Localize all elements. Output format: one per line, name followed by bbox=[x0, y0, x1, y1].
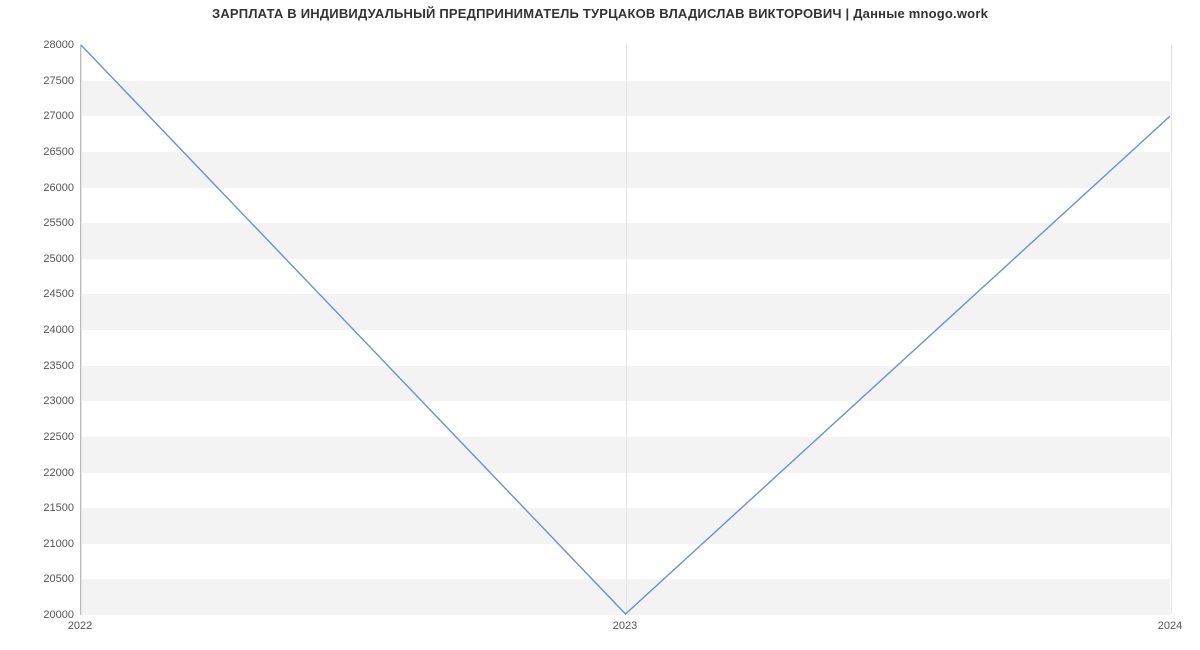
x-tick-label: 2023 bbox=[613, 620, 637, 632]
y-tick-label: 23000 bbox=[14, 395, 74, 407]
y-tick-label: 22500 bbox=[14, 431, 74, 443]
grid-line-vertical bbox=[1171, 45, 1172, 614]
y-tick-label: 26500 bbox=[14, 146, 74, 158]
series-line bbox=[81, 45, 1170, 614]
plot-area bbox=[80, 45, 1170, 615]
y-tick-label: 23500 bbox=[14, 360, 74, 372]
y-tick-label: 24500 bbox=[14, 288, 74, 300]
y-tick-label: 25500 bbox=[14, 217, 74, 229]
y-tick-label: 28000 bbox=[14, 39, 74, 51]
y-tick-label: 24000 bbox=[14, 324, 74, 336]
y-tick-label: 25000 bbox=[14, 253, 74, 265]
y-tick-label: 21500 bbox=[14, 502, 74, 514]
chart-svg bbox=[81, 45, 1170, 614]
y-tick-label: 27000 bbox=[14, 110, 74, 122]
y-tick-label: 20000 bbox=[14, 609, 74, 621]
y-tick-label: 27500 bbox=[14, 75, 74, 87]
chart-container: ЗАРПЛАТА В ИНДИВИДУАЛЬНЫЙ ПРЕДПРИНИМАТЕЛ… bbox=[0, 0, 1200, 650]
y-tick-label: 20500 bbox=[14, 573, 74, 585]
y-tick-label: 26000 bbox=[14, 182, 74, 194]
x-tick-label: 2024 bbox=[1158, 620, 1182, 632]
x-tick-label: 2022 bbox=[68, 620, 92, 632]
y-tick-label: 22000 bbox=[14, 467, 74, 479]
chart-title: ЗАРПЛАТА В ИНДИВИДУАЛЬНЫЙ ПРЕДПРИНИМАТЕЛ… bbox=[0, 6, 1200, 21]
y-tick-label: 21000 bbox=[14, 538, 74, 550]
